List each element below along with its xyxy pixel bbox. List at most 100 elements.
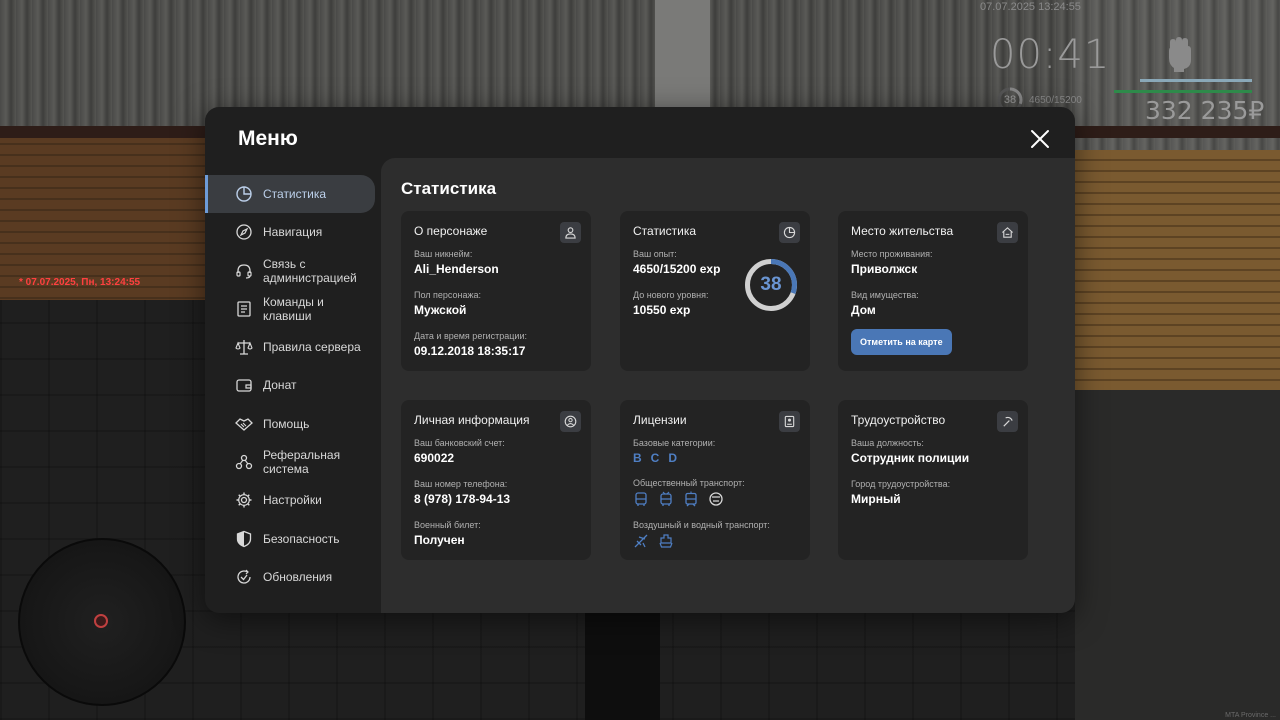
tram-icon	[685, 491, 697, 507]
hud-health-bar	[1140, 79, 1252, 82]
referral-icon	[235, 453, 253, 471]
registration-label: Дата и время регистрации:	[414, 331, 527, 341]
sidebar-item-rules[interactable]: Правила сервера	[205, 328, 381, 366]
mark-on-map-button[interactable]: Отметить на карте	[851, 329, 952, 355]
refresh-check-icon	[235, 568, 253, 586]
place-label: Место проживания:	[851, 249, 933, 259]
gear-icon	[235, 491, 253, 509]
hud-stamina-bar	[1114, 90, 1252, 93]
bank-label: Ваш банковский счет:	[414, 438, 505, 448]
right-brick-wall	[1075, 150, 1280, 390]
close-icon[interactable]	[1028, 127, 1052, 151]
air-water-licenses	[633, 533, 797, 549]
pillar	[655, 0, 710, 110]
phone-value: 8 (978) 178-94-13	[414, 492, 511, 506]
registration-value: 09.12.2018 18:35:17	[414, 344, 526, 358]
sidebar-item-admin-contact[interactable]: Связь с администрацией	[205, 252, 381, 290]
right-floor	[1075, 390, 1280, 720]
card-title: Место жительства	[851, 224, 954, 238]
base-categories: B C D	[633, 451, 797, 465]
license-category-b: B	[633, 451, 642, 465]
property-value: Дом	[851, 303, 876, 317]
position-label: Ваша должность:	[851, 438, 924, 448]
level-number: 38	[760, 274, 782, 295]
card-character: О персонаже Ваш никнейм: Ali_Henderson П…	[401, 211, 591, 371]
chat-datetime: * 07.07.2025, Пн, 13:24:55	[19, 277, 141, 288]
pie-chart-icon	[779, 222, 800, 243]
wallet-icon	[235, 376, 253, 394]
military-value: Получен	[414, 533, 465, 547]
card-title: О персонаже	[414, 224, 488, 238]
license-category-d: D	[668, 451, 678, 465]
card-licenses: Лицензии Базовые категории: B C D Общест…	[620, 400, 810, 560]
document-icon	[235, 300, 253, 318]
hud-money: 332 235₽	[1145, 96, 1265, 125]
work-city-label: Город трудоустройства:	[851, 479, 951, 489]
boat-icon	[659, 534, 673, 548]
hud-datetime: 07.07.2025 13:24:55	[980, 1, 1081, 13]
card-personal-info: Личная информация Ваш банковский счет: 6…	[401, 400, 591, 560]
house-icon	[997, 222, 1018, 243]
property-label: Вид имущества:	[851, 290, 919, 300]
sidebar-item-label: Навигация	[263, 225, 323, 240]
airplane-icon	[634, 534, 648, 548]
id-badge-icon	[779, 411, 800, 432]
sidebar-item-label: Команды и клавиши	[263, 294, 324, 323]
minimap-player-icon	[94, 614, 108, 628]
user-circle-icon	[560, 411, 581, 432]
compass-icon	[235, 223, 253, 241]
menu-title: Меню	[238, 127, 298, 150]
phone-label: Ваш номер телефона:	[414, 479, 508, 489]
bus-icon	[635, 492, 647, 506]
shield-icon	[235, 530, 253, 548]
pickaxe-icon	[997, 411, 1018, 432]
user-icon	[560, 222, 581, 243]
position-value: Сотрудник полиции	[851, 451, 970, 465]
sidebar-item-label: Правила сервера	[263, 340, 361, 355]
sidebar-item-donate[interactable]: Донат	[205, 366, 381, 404]
sidebar-item-statistics[interactable]: Статистика	[205, 175, 375, 213]
scales-icon	[235, 338, 253, 356]
place-value: Приволжск	[851, 262, 918, 276]
sidebar: Статистика Навигация Связь с администрац…	[205, 175, 381, 596]
watermark: MTA Province ...	[1225, 712, 1276, 719]
sidebar-item-help[interactable]: Помощь	[205, 405, 381, 443]
hud-timer: 00:41	[990, 32, 1111, 78]
sidebar-item-label: Обновления	[263, 569, 333, 584]
card-title: Лицензии	[633, 413, 687, 427]
sidebar-item-settings[interactable]: Настройки	[205, 481, 381, 519]
sidebar-item-label: Безопасность	[263, 531, 340, 546]
content-title: Статистика	[401, 179, 497, 198]
card-employment: Трудоустройство Ваша должность: Сотрудни…	[838, 400, 1028, 560]
gender-label: Пол персонажа:	[414, 290, 482, 300]
military-label: Военный билет:	[414, 520, 481, 530]
sidebar-item-security[interactable]: Безопасность	[205, 520, 381, 558]
card-title: Статистика	[633, 224, 697, 238]
handshake-icon	[235, 415, 253, 433]
sidebar-item-commands[interactable]: Команды и клавиши	[205, 290, 381, 328]
fist-icon	[1169, 37, 1191, 72]
card-residence: Место жительства Место проживания: Приво…	[838, 211, 1028, 371]
work-city-value: Мирный	[851, 492, 901, 506]
hud-exp: 4650/15200	[1029, 95, 1082, 106]
sidebar-item-label: Донат	[263, 378, 297, 393]
headset-icon	[235, 262, 253, 280]
player-character	[585, 600, 660, 720]
pie-chart-icon	[235, 185, 253, 203]
menu-window: Меню Статистика Навигация Связь с админи…	[205, 107, 1075, 613]
sidebar-item-label: Настройки	[263, 493, 322, 508]
trolleybus-icon	[660, 491, 672, 506]
sidebar-item-label: Реферальная система	[263, 448, 341, 477]
public-transport-label: Общественный транспорт:	[633, 478, 745, 488]
card-title: Трудоустройство	[851, 413, 946, 427]
base-categories-label: Базовые категории:	[633, 438, 716, 448]
nickname-label: Ваш никнейм:	[414, 249, 473, 259]
sidebar-item-label: Помощь	[263, 416, 310, 431]
sidebar-item-navigation[interactable]: Навигация	[205, 213, 381, 251]
sidebar-item-referral[interactable]: Реферальная система	[205, 443, 381, 481]
content-panel: Статистика О персонаже Ваш никнейм: Ali_…	[381, 158, 1075, 613]
air-water-transport-label: Воздушный и водный транспорт:	[633, 520, 770, 530]
sidebar-item-label: Связь с администрацией	[263, 256, 357, 285]
sidebar-item-updates[interactable]: Обновления	[205, 558, 381, 596]
card-title: Личная информация	[414, 413, 530, 427]
